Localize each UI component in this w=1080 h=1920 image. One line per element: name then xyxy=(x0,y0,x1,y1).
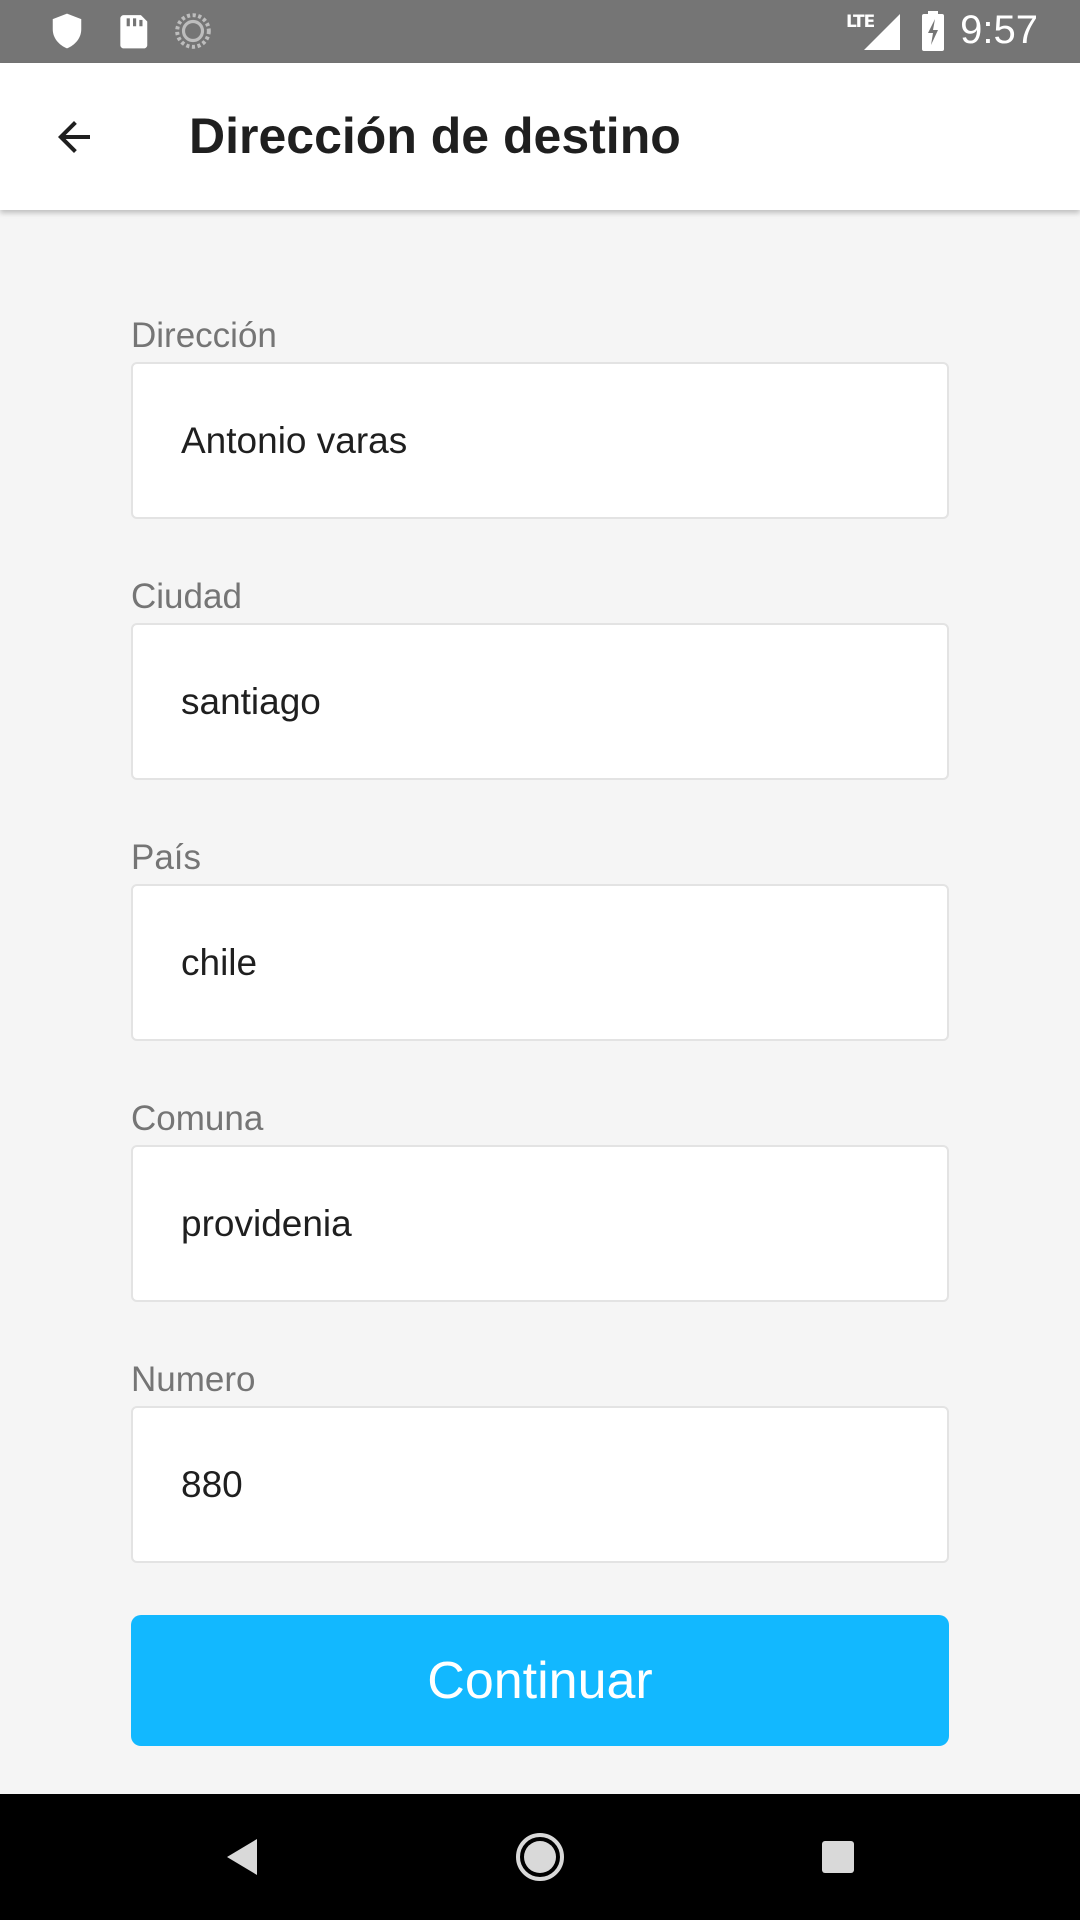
numero-input[interactable]: 880 xyxy=(131,1406,949,1563)
app-bar: Dirección de destino xyxy=(0,63,1080,210)
back-button[interactable] xyxy=(40,103,108,171)
ciudad-label: Ciudad xyxy=(131,577,242,616)
sync-icon xyxy=(175,13,211,49)
nav-back-icon[interactable] xyxy=(213,1827,273,1887)
ciudad-input[interactable]: santiago xyxy=(131,623,949,780)
direccion-label: Dirección xyxy=(131,316,277,355)
numero-label: Numero xyxy=(131,1360,256,1399)
comuna-label: Comuna xyxy=(131,1099,264,1138)
direccion-input[interactable]: Antonio varas xyxy=(131,362,949,519)
comuna-input[interactable]: providenia xyxy=(131,1145,949,1302)
arrow-back-icon xyxy=(58,121,90,153)
nav-home-icon[interactable] xyxy=(510,1827,570,1887)
signal-icon: LTE xyxy=(846,12,902,52)
page-title: Dirección de destino xyxy=(189,108,681,164)
shield-icon xyxy=(52,13,82,49)
continue-button[interactable]: Continuar xyxy=(131,1615,949,1746)
status-bar: LTE 9:57 xyxy=(0,0,1080,63)
address-form: Dirección Antonio varas Ciudad santiago … xyxy=(0,210,1080,1794)
nav-recents-icon[interactable] xyxy=(808,1827,868,1887)
sd-card-icon xyxy=(120,15,148,49)
status-time: 9:57 xyxy=(960,8,1038,52)
pais-label: País xyxy=(131,838,202,877)
pais-input[interactable]: chile xyxy=(131,884,949,1041)
battery-charging-icon xyxy=(922,11,944,51)
navigation-bar xyxy=(0,1794,1080,1920)
